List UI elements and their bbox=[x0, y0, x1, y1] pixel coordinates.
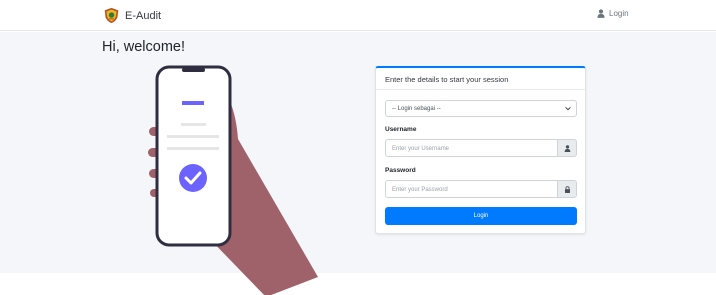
phone-line bbox=[167, 135, 219, 138]
login-card: Enter the details to start your session … bbox=[375, 66, 586, 234]
username-label: Username bbox=[385, 126, 417, 133]
phone-notch bbox=[182, 68, 205, 72]
welcome-heading: Hi, welcome! bbox=[102, 39, 185, 55]
login-card-header: Enter the details to start your session bbox=[376, 68, 585, 90]
user-icon bbox=[564, 144, 570, 152]
chevron-down-icon bbox=[565, 106, 571, 111]
login-button[interactable]: Login bbox=[385, 207, 577, 225]
username-input[interactable]: Enter your Username bbox=[385, 139, 557, 157]
nav-login-label: Login bbox=[609, 9, 629, 18]
crest-logo-icon bbox=[104, 7, 119, 24]
check-circle bbox=[179, 164, 207, 192]
username-addon bbox=[557, 139, 577, 157]
top-navbar: E-Audit Login bbox=[0, 0, 716, 31]
phone-line bbox=[167, 147, 219, 150]
password-addon bbox=[557, 180, 577, 198]
main-content: Hi, welcome! Enter the details to start … bbox=[0, 32, 716, 295]
phone-body bbox=[155, 65, 232, 247]
password-label: Password bbox=[385, 167, 416, 174]
login-role-select[interactable]: -- Login sebagai -- bbox=[385, 100, 577, 117]
brand[interactable]: E-Audit bbox=[103, 6, 161, 25]
lock-icon bbox=[564, 185, 570, 193]
brand-name: E-Audit bbox=[125, 9, 162, 22]
phone-line bbox=[181, 123, 206, 126]
phone-accent-line bbox=[182, 101, 204, 105]
username-group: Enter your Username bbox=[385, 139, 577, 157]
phone-in-hand-illustration bbox=[148, 65, 318, 295]
password-input[interactable]: Enter your Password bbox=[385, 180, 557, 198]
password-group: Enter your Password bbox=[385, 180, 577, 198]
login-role-selected: -- Login sebagai -- bbox=[392, 106, 441, 112]
nav-login-link[interactable]: Login bbox=[597, 9, 629, 18]
user-icon bbox=[597, 9, 605, 18]
